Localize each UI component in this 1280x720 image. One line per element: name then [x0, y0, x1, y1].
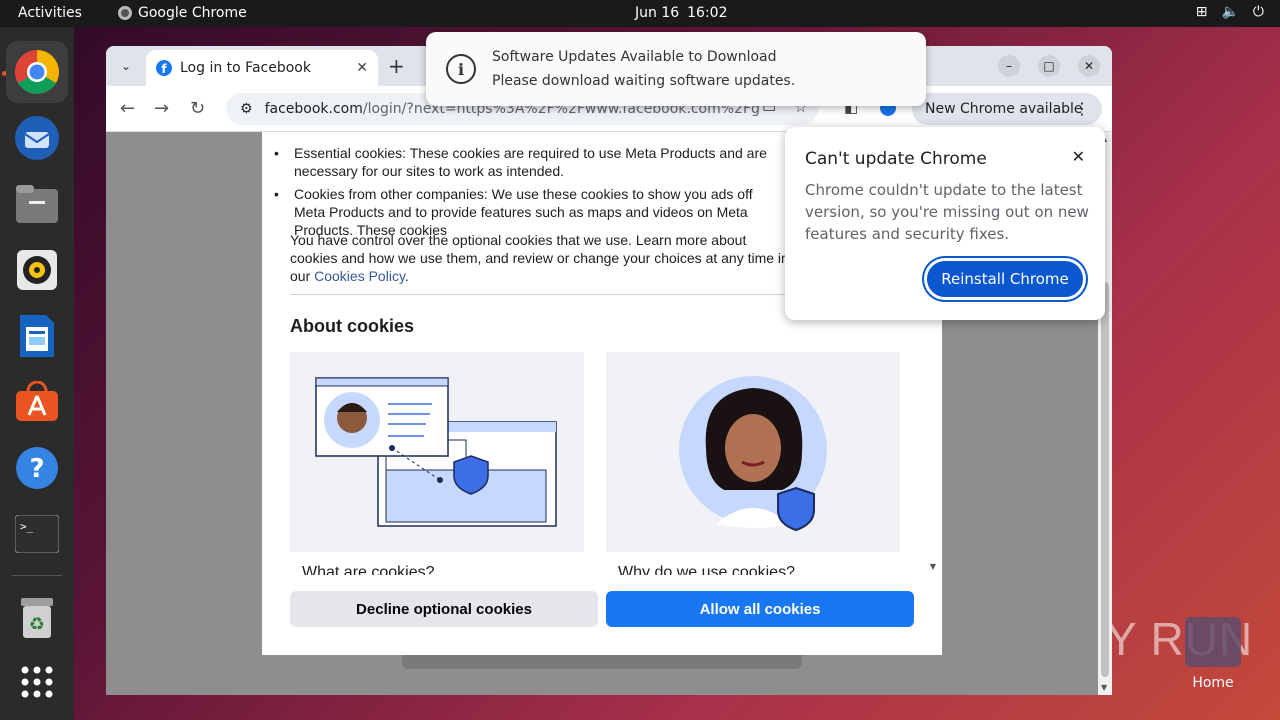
control-cookies-text: You have control over the optional cooki… — [290, 232, 789, 284]
what-are-cookies-label: What are cookies? — [290, 552, 584, 575]
activities-button[interactable]: Activities — [18, 5, 82, 21]
person-shield-illustration — [606, 352, 900, 552]
thunderbird-dock-icon[interactable] — [6, 107, 68, 169]
dock: ? >_ ♻ — [0, 27, 74, 720]
essential-cookies-text: Essential cookies: These cookies are req… — [274, 144, 784, 180]
allow-all-cookies-button[interactable]: Allow all cookies — [606, 591, 914, 627]
scroll-down-icon[interactable]: ▼ — [1101, 683, 1107, 692]
terminal-dock-icon[interactable]: >_ — [6, 503, 68, 565]
login-card-behind — [402, 655, 802, 669]
about-cookies-heading: About cookies — [290, 316, 415, 336]
scrollbar-thumb[interactable] — [1101, 282, 1109, 677]
popup-body: Chrome couldn't update to the latest ver… — [805, 181, 1089, 243]
writer-dock-icon[interactable] — [6, 305, 68, 367]
show-apps-icon[interactable] — [6, 651, 68, 713]
notification-title: Software Updates Available to Download — [492, 49, 777, 65]
reload-button[interactable]: ↻ — [190, 98, 205, 119]
home-folder-icon — [1185, 617, 1241, 667]
maximize-button[interactable]: □ — [1038, 55, 1060, 77]
cant-update-chrome-popup: Can't update Chrome ✕ Chrome couldn't up… — [785, 127, 1105, 320]
svg-text:?: ? — [29, 454, 44, 484]
svg-text:♻: ♻ — [29, 614, 45, 635]
why-cookies-card[interactable]: Why do we use cookies? — [606, 352, 900, 575]
svg-text:>_: >_ — [20, 520, 34, 533]
system-tray[interactable]: ⊞ 🔈 ⏻ — [1196, 4, 1264, 20]
reinstall-chrome-button[interactable]: Reinstall Chrome — [924, 258, 1086, 300]
network-icon: ⊞ — [1195, 4, 1208, 20]
cookies-policy-link[interactable]: Cookies Policy — [314, 268, 405, 284]
chevron-down-icon: ⌄ — [120, 59, 132, 73]
power-icon: ⏻ — [1252, 4, 1264, 20]
tab-facebook[interactable]: f Log in to Facebook ✕ — [146, 50, 378, 86]
app-menu[interactable]: Google Chrome — [118, 5, 247, 21]
what-are-cookies-card[interactable]: What are cookies? — [290, 352, 584, 575]
chrome-small-icon — [118, 6, 132, 20]
info-icon: i — [446, 54, 476, 84]
popup-close-icon[interactable]: ✕ — [1072, 147, 1085, 166]
clock[interactable]: Jun 16 16:02 — [635, 5, 728, 21]
minimize-button[interactable]: – — [998, 55, 1020, 77]
site-info-icon[interactable]: ⚙ — [240, 101, 253, 117]
new-chrome-label: New Chrome available — [925, 101, 1083, 117]
tab-search-button[interactable]: ⌄ — [114, 54, 138, 78]
more-menu-icon[interactable]: ⋮ — [1074, 99, 1090, 118]
popup-title: Can't update Chrome — [805, 149, 987, 169]
volume-icon: 🔈 — [1221, 4, 1239, 20]
url-host: facebook.com — [264, 101, 363, 117]
trash-dock-icon[interactable]: ♻ — [6, 587, 68, 649]
new-chrome-available-button[interactable]: New Chrome available ⋮ — [912, 93, 1102, 125]
facebook-favicon-icon: f — [156, 60, 172, 76]
tab-title: Log in to Facebook — [180, 60, 311, 76]
help-dock-icon[interactable]: ? — [6, 437, 68, 499]
cookies-illustration — [290, 352, 584, 552]
tab-close-icon[interactable]: ✕ — [356, 60, 368, 76]
home-label: Home — [1192, 675, 1234, 691]
chrome-dock-icon[interactable] — [6, 41, 68, 103]
dock-separator — [12, 575, 62, 576]
decline-optional-cookies-button[interactable]: Decline optional cookies — [290, 591, 598, 627]
top-bar: Activities Google Chrome Jun 16 16:02 ⊞ … — [0, 0, 1280, 27]
rhythmbox-dock-icon[interactable] — [6, 239, 68, 301]
software-update-notification[interactable]: i Software Updates Available to Download… — [426, 32, 926, 106]
back-button[interactable]: ← — [120, 98, 135, 119]
forward-button[interactable]: → — [154, 98, 169, 119]
date: Jun 16 — [635, 5, 680, 21]
dialog-scroll-down-icon[interactable]: ▼ — [930, 562, 936, 571]
app-center-dock-icon[interactable] — [6, 371, 68, 433]
time: 16:02 — [687, 5, 728, 21]
new-tab-button[interactable]: + — [388, 54, 405, 78]
close-window-button[interactable]: ✕ — [1078, 55, 1100, 77]
home-folder[interactable]: Home — [1183, 617, 1243, 691]
app-name: Google Chrome — [138, 5, 247, 21]
why-cookies-label: Why do we use cookies? — [606, 552, 900, 575]
notification-body: Please download waiting software updates… — [492, 73, 796, 89]
files-dock-icon[interactable] — [6, 173, 68, 235]
